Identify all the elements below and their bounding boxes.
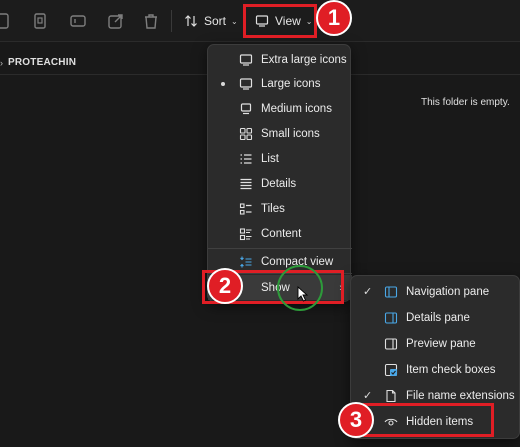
share-icon[interactable] [106,11,126,31]
breadcrumb-folder[interactable]: PROTEACHIN [8,57,76,68]
submenu-item-label: File name extensions [406,389,515,402]
menu-item-list[interactable]: List [208,146,352,171]
callout-badge-2: 2 [207,268,243,304]
details-pane-icon [383,310,399,326]
chevron-down-icon: ⌄ [231,16,238,26]
sort-icon [185,15,197,27]
navigation-pane-icon [383,284,399,300]
submenu-item-label: Item check boxes [406,363,496,376]
view-menu: Extra large icons Large icons Medium ico… [207,44,352,302]
monitor-icon [238,76,254,92]
submenu-item-navigation-pane[interactable]: ✓ Navigation pane [351,279,520,304]
compact-view-icon [238,254,254,270]
callout-badge-3: 3 [338,402,374,438]
submenu-item-label: Details pane [406,311,470,324]
mouse-cursor-icon [297,286,309,302]
empty-folder-message: This folder is empty. [421,97,510,108]
submenu-item-details-pane[interactable]: Details pane [351,305,520,330]
callout-box-view [243,4,317,38]
submenu-item-label: Preview pane [406,337,476,350]
menu-item-label: Content [261,227,302,240]
list-icon [238,151,254,167]
sort-button[interactable]: Sort ⌄ [184,9,238,33]
callout-badge-1: 1 [316,0,352,36]
check-icon: ✓ [363,390,373,402]
menu-item-tiles[interactable]: Tiles [208,196,352,221]
menu-item-label: Extra large icons [261,53,347,66]
toolbar-divider [171,10,172,32]
small-icons-grid-icon [238,126,254,142]
checkbox-icon [383,362,399,378]
sort-label: Sort [204,14,227,28]
menu-item-content[interactable]: Content [208,221,352,246]
menu-item-label: Small icons [261,127,320,140]
selected-bullet-icon [221,81,225,86]
monitor-icon [238,52,254,68]
menu-item-small-icons[interactable]: Small icons [208,121,352,146]
delete-icon[interactable] [141,11,161,31]
copy-icon[interactable] [30,11,50,31]
menu-item-label: Medium icons [261,102,332,115]
content-icon [238,226,254,242]
rename-icon[interactable] [68,11,88,31]
chevron-right-icon[interactable]: › [0,58,3,68]
menu-item-extra-large-icons[interactable]: Extra large icons [208,47,352,72]
callout-box-hidden-items [363,403,494,437]
check-icon: ✓ [363,286,373,298]
medium-icons-icon [238,101,254,117]
menu-item-label: Details [261,177,297,190]
tiles-icon [238,201,254,217]
menu-item-label: List [261,152,279,165]
details-icon [238,176,254,192]
menu-item-details[interactable]: Details [208,171,352,196]
file-icon [383,388,399,404]
cut-icon[interactable] [0,11,12,31]
menu-item-label: Tiles [261,202,285,215]
menu-item-medium-icons[interactable]: Medium icons [208,96,352,121]
menu-item-large-icons[interactable]: Large icons [208,71,352,96]
submenu-item-preview-pane[interactable]: Preview pane [351,331,520,356]
submenu-item-item-check-boxes[interactable]: Item check boxes [351,357,520,382]
menu-item-label: Large icons [261,77,321,90]
submenu-item-label: Navigation pane [406,285,490,298]
preview-pane-icon [383,336,399,352]
